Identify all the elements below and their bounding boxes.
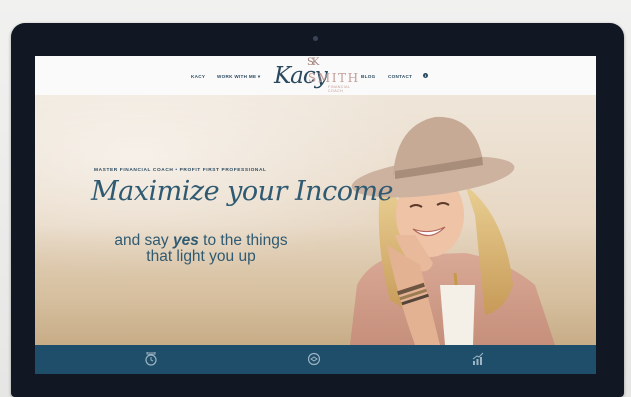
- webcam-dot: [313, 36, 318, 41]
- subheadline-text-pre: and say: [114, 232, 173, 249]
- info-icon[interactable]: i: [423, 73, 428, 78]
- hero-section: MASTER FINANCIAL COACH • PROFIT FIRST PR…: [35, 95, 596, 345]
- nav-link-blog[interactable]: BLOG: [361, 74, 375, 79]
- nav-link-work-with-me[interactable]: WORK WITH ME ▾: [217, 74, 261, 80]
- subheadline-text-post: to the things: [198, 232, 288, 249]
- clock-icon: [145, 352, 157, 366]
- logo-wordmark: SMITH: [308, 71, 360, 85]
- nav-link-kacy[interactable]: KACY: [191, 74, 205, 79]
- nav-link-contact[interactable]: CONTACT: [388, 74, 412, 79]
- subheadline-line2: that light you up: [146, 248, 256, 265]
- subheadline-yes: yes: [172, 232, 199, 249]
- hero-portrait-illustration: [350, 116, 555, 345]
- hero-headline: Maximize your Income: [91, 176, 394, 207]
- website-screen: KACY WORK WITH ME ▾ SK Kacy SMITH FINANC…: [35, 56, 596, 374]
- site-logo[interactable]: SK Kacy SMITH FINANCIAL COACH: [272, 57, 364, 93]
- chart-icon: [472, 352, 484, 365]
- hero-eyebrow: MASTER FINANCIAL COACH • PROFIT FIRST PR…: [94, 168, 267, 173]
- site-navbar: KACY WORK WITH ME ▾ SK Kacy SMITH FINANC…: [35, 56, 596, 95]
- logo-tagline: FINANCIAL COACH: [328, 85, 351, 93]
- feature-icon-bar: [35, 345, 596, 374]
- hero-subheadline: and say yes to the things that light you…: [91, 233, 311, 265]
- handshake-icon: [308, 352, 320, 366]
